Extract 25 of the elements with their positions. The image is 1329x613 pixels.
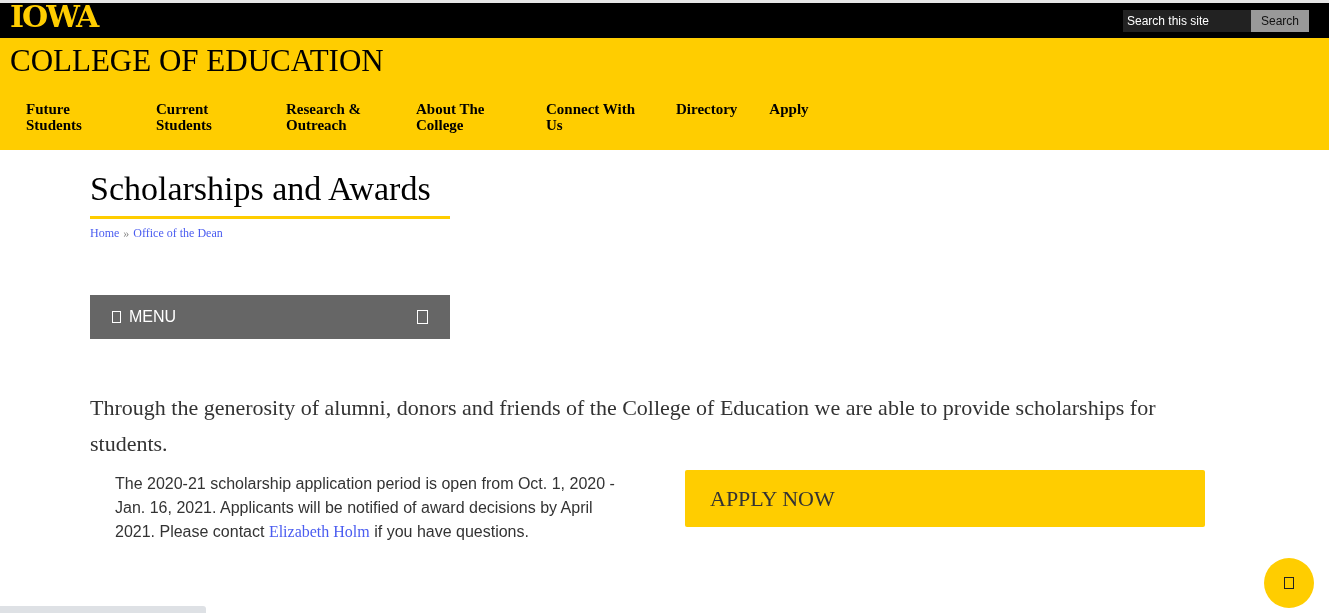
- floating-button[interactable]: [1264, 558, 1314, 608]
- glyph-icon: [417, 310, 428, 324]
- breadcrumb-separator: »: [123, 226, 130, 241]
- search-button[interactable]: Search: [1251, 9, 1309, 32]
- notice-paragraph: The 2020-21 scholarship application period is open from Oct. 1, 2020 - Jan. 16, 2021. Applicants will be notified of award decisions by April 2021. Please contact Elizabeth Holm if you have questions.: [115, 474, 616, 542]
- nav-link[interactable]: Directory: [676, 101, 770, 133]
- scrollbar-thumb[interactable]: [0, 606, 206, 613]
- breadcrumb-link[interactable]: Office of the Dean: [133, 226, 223, 241]
- nav-link[interactable]: Current Students: [156, 101, 286, 133]
- search-field[interactable]: Search this site: [1123, 9, 1251, 32]
- nav-link[interactable]: Apply: [769, 101, 841, 133]
- nav-link[interactable]: Research & Outreach: [286, 101, 416, 133]
- logo[interactable]: IOWA: [10, 2, 98, 31]
- page-title: Scholarships and Awards: [90, 170, 450, 219]
- nav-link[interactable]: About The College: [416, 101, 546, 133]
- glyph-icon: [112, 311, 121, 323]
- site-title[interactable]: COLLEGE OF EDUCATION: [10, 38, 1319, 79]
- breadcrumb-link[interactable]: Home: [90, 226, 120, 241]
- menu-button[interactable]: MENU: [90, 295, 450, 339]
- contact-link[interactable]: Elizabeth Holm: [268, 523, 370, 540]
- apply-button[interactable]: APPLY NOW: [685, 470, 1205, 527]
- intro-paragraph: Through the generosity of alumni, donors and friends of the College of Education we are able to provide scholarships for students.: [90, 394, 1157, 458]
- glyph-icon: [1284, 577, 1294, 589]
- nav-link[interactable]: Connect With Us: [546, 101, 676, 133]
- nav-link[interactable]: Future Students: [26, 101, 156, 133]
